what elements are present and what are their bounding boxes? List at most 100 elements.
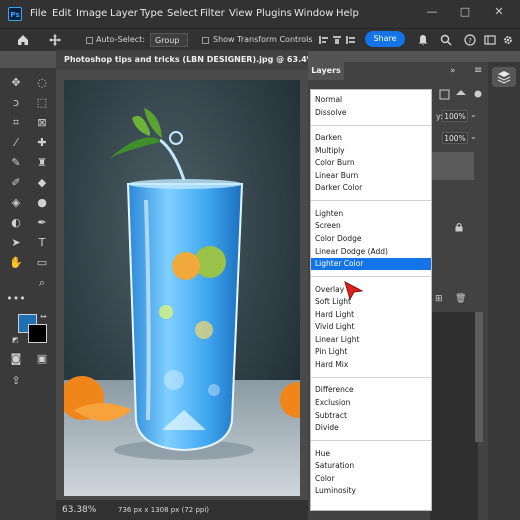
minimize-button[interactable]: — — [423, 3, 441, 21]
lock-icons[interactable] — [439, 89, 489, 101]
type-tool-icon[interactable]: T — [31, 234, 53, 252]
share-button[interactable]: Share — [365, 31, 405, 47]
menu-edit[interactable]: Edit — [52, 0, 71, 28]
blend-mode-option[interactable]: Lighten — [311, 208, 431, 220]
hand-tool-icon[interactable]: ✋ — [5, 254, 27, 272]
blend-mode-dropdown-list[interactable]: Normal Dissolve Darken Multiply Color Burn Li… — [310, 89, 432, 511]
collapse-panel-icon[interactable]: » — [450, 66, 456, 76]
blend-mode-option[interactable]: Luminosity — [311, 485, 431, 497]
lasso-tool-icon[interactable]: ↄ — [5, 94, 27, 112]
opacity-field[interactable]: 100% — [442, 110, 468, 122]
blend-mode-option[interactable]: Lighter Color — [311, 258, 431, 271]
search-icon[interactable] — [440, 34, 452, 46]
layer-row-active[interactable] — [430, 152, 474, 180]
delete-layer-icon[interactable]: 🗑 — [455, 294, 466, 304]
new-layer-icon[interactable]: ⊞ — [435, 294, 443, 304]
blend-mode-option[interactable]: Hard Mix — [311, 359, 431, 371]
blend-mode-option[interactable]: Subtract — [311, 410, 431, 422]
menu-type[interactable]: Type — [140, 0, 163, 28]
eraser-tool-icon[interactable]: ◆ — [31, 174, 53, 192]
layers-scrollbar[interactable] — [475, 312, 483, 442]
blend-mode-option[interactable]: Multiply — [311, 145, 431, 157]
home-icon[interactable] — [16, 33, 30, 47]
menu-image[interactable]: Image — [76, 0, 107, 28]
quick-mask-icon[interactable]: ◙ — [5, 350, 27, 368]
object-select-tool-icon[interactable]: ⬚ — [31, 94, 53, 112]
canvas-area[interactable] — [56, 70, 308, 500]
menu-filter[interactable]: Filter — [200, 0, 225, 28]
blend-mode-option[interactable]: Linear Light — [311, 334, 431, 346]
pen-tool-icon[interactable]: ✒ — [31, 214, 53, 232]
blend-mode-option[interactable]: Difference — [311, 384, 431, 396]
clone-stamp-tool-icon[interactable]: ♜ — [31, 154, 53, 172]
blend-mode-option[interactable]: Linear Dodge (Add) — [311, 246, 431, 258]
auto-select-target-dropdown[interactable]: Group — [150, 33, 188, 47]
blur-tool-icon[interactable]: ● — [31, 194, 53, 212]
panel-menu-icon[interactable]: ≡ — [474, 65, 482, 76]
menu-file[interactable]: File — [30, 0, 47, 28]
paint-bucket-tool-icon[interactable]: ◈ — [5, 194, 27, 212]
fill-field[interactable]: 100% — [442, 132, 468, 144]
blend-mode-option[interactable]: Pin Light — [311, 346, 431, 358]
frame-tool-icon[interactable]: ⊠ — [31, 114, 53, 132]
maximize-button[interactable]: □ — [456, 3, 474, 21]
blend-mode-option[interactable]: Divide — [311, 422, 431, 434]
blend-mode-option[interactable]: Linear Burn — [311, 170, 431, 182]
swap-colors-icon[interactable]: ↔ — [40, 312, 47, 321]
help-icon[interactable]: ? — [464, 34, 476, 46]
shape-tool-icon[interactable]: ▭ — [31, 254, 53, 272]
default-colors-icon[interactable]: ◩ — [12, 336, 19, 344]
move-tool-icon[interactable]: ✥ — [5, 74, 27, 92]
blend-mode-option[interactable]: Overlay — [311, 284, 431, 296]
blend-mode-option[interactable]: Color Burn — [311, 157, 431, 169]
blend-mode-option[interactable]: Hue — [311, 448, 431, 460]
artboard-tool-icon[interactable]: ◌ — [31, 74, 53, 92]
opacity-chevron-icon[interactable]: ⌄ — [470, 110, 477, 119]
blend-mode-option[interactable]: Color Dodge — [311, 233, 431, 245]
screen-mode-icon[interactable]: ▣ — [31, 350, 53, 368]
blend-mode-option[interactable]: Normal — [311, 94, 431, 106]
path-select-tool-icon[interactable]: ➤ — [5, 234, 27, 252]
zoom-tool-icon[interactable]: ⌕ — [31, 274, 53, 292]
share-doc-icon[interactable]: ⇪ — [5, 372, 27, 390]
menu-view[interactable]: View — [229, 0, 253, 28]
document-tab[interactable]: Photoshop tips and tricks (LBN DESIGNER)… — [56, 50, 308, 70]
photoshop-logo[interactable]: Ps — [8, 7, 22, 21]
menu-help[interactable]: Help — [336, 0, 359, 28]
auto-select-checkbox[interactable] — [86, 37, 93, 44]
close-button[interactable]: ✕ — [490, 3, 508, 21]
background-color-swatch[interactable] — [28, 324, 47, 343]
blend-mode-option[interactable]: Dissolve — [311, 107, 431, 119]
brush-tool-icon[interactable]: ✎ — [5, 154, 27, 172]
healing-brush-tool-icon[interactable]: ✚ — [31, 134, 53, 152]
document-info[interactable]: 736 px x 1308 px (72 ppi) — [118, 500, 209, 520]
move-icon[interactable] — [48, 33, 62, 47]
dodge-tool-icon[interactable]: ◐ — [5, 214, 27, 232]
blend-mode-option[interactable]: Screen — [311, 220, 431, 232]
workspace-icon[interactable] — [484, 34, 496, 46]
layers-dock-button[interactable] — [492, 67, 516, 87]
zoom-level[interactable]: 63.38% — [62, 500, 96, 520]
menu-layer[interactable]: Layer — [110, 0, 138, 28]
tab-layers[interactable]: Layers — [308, 62, 344, 80]
fill-chevron-icon[interactable]: ⌄ — [470, 132, 477, 141]
blend-mode-option[interactable]: Vivid Light — [311, 321, 431, 333]
align-icons[interactable] — [318, 34, 358, 46]
history-brush-tool-icon[interactable]: ✐ — [5, 174, 27, 192]
blend-mode-option[interactable]: Darken — [311, 132, 431, 144]
blend-mode-option[interactable]: Darker Color — [311, 182, 431, 194]
more-tools-icon[interactable]: ••• — [5, 290, 27, 308]
blend-mode-option[interactable]: Color — [311, 473, 431, 485]
crop-tool-icon[interactable]: ⌗ — [5, 114, 27, 132]
gear-icon[interactable] — [502, 34, 514, 46]
bell-icon[interactable] — [417, 34, 429, 46]
menu-plugins[interactable]: Plugins — [256, 0, 292, 28]
blend-mode-option[interactable]: Exclusion — [311, 397, 431, 409]
show-transform-checkbox[interactable] — [202, 37, 209, 44]
blend-mode-option[interactable]: Soft Light — [311, 296, 431, 308]
menu-window[interactable]: Window — [294, 0, 333, 28]
eyedropper-tool-icon[interactable]: ⁄ — [5, 134, 27, 152]
blend-mode-option[interactable]: Hard Light — [311, 309, 431, 321]
menu-select[interactable]: Select — [167, 0, 198, 28]
blend-mode-option[interactable]: Saturation — [311, 460, 431, 472]
